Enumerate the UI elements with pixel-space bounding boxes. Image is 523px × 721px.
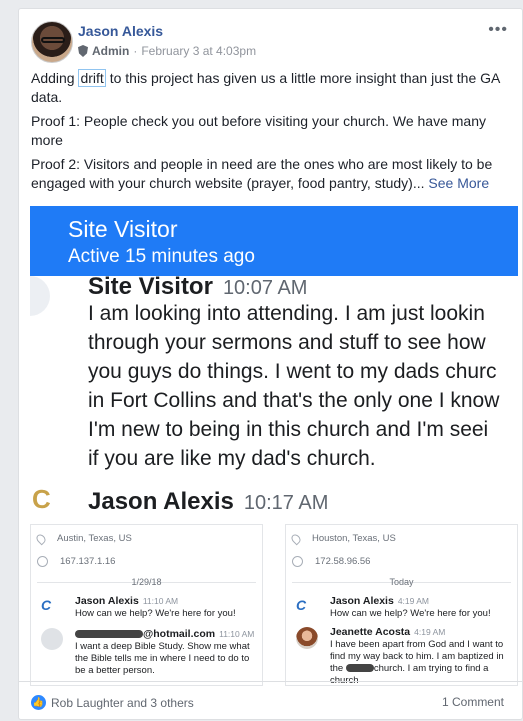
admin-shield-icon: [78, 45, 88, 57]
attached-screenshot[interactable]: Site Visitor Active 15 minutes ago Site …: [30, 206, 518, 686]
post-timestamp[interactable]: February 3 at 4:03pm: [141, 44, 256, 58]
likes-text[interactable]: Rob Laughter and 3 others: [51, 696, 194, 710]
more-options-icon[interactable]: •••: [488, 21, 508, 39]
email-domain: @hotmail.com: [143, 628, 216, 640]
visitor-time: 11:10 AM: [219, 629, 255, 639]
visitor-name-row: Site Visitor 10:07 AM: [88, 273, 307, 301]
location-row: Houston, Texas, US: [289, 532, 396, 545]
author-avatar[interactable]: [31, 21, 73, 63]
admin-name: Jason Alexis: [330, 595, 394, 607]
globe-icon: [37, 556, 48, 567]
location-text: Austin, Texas, US: [57, 533, 132, 544]
ip-row: 172.58.96.56: [292, 556, 370, 567]
redaction-mark: [345, 664, 374, 673]
visitor-avatar: [41, 628, 63, 650]
post-paragraph-3: Proof 2: Visitors and people in need are…: [31, 155, 516, 193]
decorative-shape: [30, 276, 50, 316]
location-pin-icon: [289, 532, 303, 545]
visitor-message: I am looking into attending. I am just l…: [88, 302, 500, 470]
church-logo-icon: C: [32, 484, 51, 514]
date-label: Today: [389, 577, 414, 587]
visitor-name: Site Visitor: [88, 273, 213, 300]
post-paragraph-2: Proof 1: People check you out before vis…: [31, 113, 486, 148]
chat-panel-austin: Austin, Texas, US 167.137.1.16 1/29/18 C…: [30, 524, 263, 686]
post-meta: Admin · February 3 at 4:03pm: [78, 44, 256, 58]
visitor-msg-text: I want a deep Bible Study. Show me what …: [75, 641, 250, 676]
post-footer: 👍 Rob Laughter and 3 others 1 Comment: [19, 681, 522, 721]
post-card: Jason Alexis Admin · February 3 at 4:03p…: [18, 8, 523, 720]
admin-time: 11:10 AM: [142, 596, 179, 606]
visitor-email: @hotmail.com: [75, 628, 215, 640]
text-segment: Proof 2: Visitors and people in need are…: [31, 156, 493, 191]
chat-header-status: Active 15 minutes ago: [68, 246, 255, 267]
church-logo-icon: C: [41, 597, 52, 613]
admin-role: Admin: [92, 44, 130, 58]
chat-header-title: Site Visitor: [68, 216, 178, 242]
visitor-time: 10:07 AM: [222, 277, 308, 299]
admin-message: Jason Alexis 11:10 AM How can we help? We…: [75, 595, 260, 620]
admin-time: 4:19 AM: [397, 596, 429, 606]
globe-icon: [292, 556, 303, 567]
post-body: Adding drift to this project has given u…: [31, 69, 516, 198]
location-pin-icon: [34, 532, 48, 545]
visitor-message: Jeanette Acosta 4:19 AM I have been apart…: [330, 626, 515, 686]
reply-name: Jason Alexis: [88, 488, 234, 515]
ip-text: 167.137.1.16: [60, 556, 116, 567]
visitor-message: @hotmail.com 11:10 AM I want a deep Bible…: [75, 628, 260, 677]
admin-name: Jason Alexis: [75, 595, 139, 607]
see-more-link[interactable]: See More: [428, 175, 489, 191]
location-row: Austin, Texas, US: [34, 532, 132, 545]
text-segment: Adding: [31, 70, 79, 86]
ip-row: 167.137.1.16: [37, 556, 115, 567]
visitor-name: Jeanette Acosta: [330, 626, 411, 638]
chat-panel-houston: Houston, Texas, US 172.58.96.56 Today C …: [285, 524, 518, 686]
admin-msg-text: How can we help? We're here for you!: [330, 608, 491, 619]
meta-separator: ·: [133, 44, 138, 58]
thumbs-up-icon: 👍: [31, 695, 46, 710]
chat-header: Site Visitor Active 15 minutes ago: [30, 206, 518, 276]
visitor-time: 4:19 AM: [414, 627, 446, 637]
redaction-mark: [75, 630, 143, 639]
comments-count[interactable]: 1 Comment: [442, 695, 504, 709]
admin-msg-text: How can we help? We're here for you!: [75, 608, 236, 619]
post-paragraph-1: Adding drift to this project has given u…: [31, 69, 516, 107]
admin-message: Jason Alexis 4:19 AM How can we help? We'…: [330, 595, 515, 620]
reactions-summary[interactable]: 👍 Rob Laughter and 3 others: [31, 695, 194, 710]
ip-text: 172.58.96.56: [315, 556, 371, 567]
drift-highlight: drift: [78, 69, 106, 87]
reply-time: 10:17 AM: [243, 492, 329, 514]
date-label: 1/29/18: [131, 577, 162, 587]
visitor-avatar: [296, 627, 318, 649]
location-text: Houston, Texas, US: [312, 533, 396, 544]
avatar-glasses: [41, 37, 65, 43]
author-name[interactable]: Jason Alexis: [78, 23, 163, 39]
reply-name-row: Jason Alexis 10:17 AM: [88, 488, 328, 516]
church-logo-icon: C: [296, 597, 307, 613]
